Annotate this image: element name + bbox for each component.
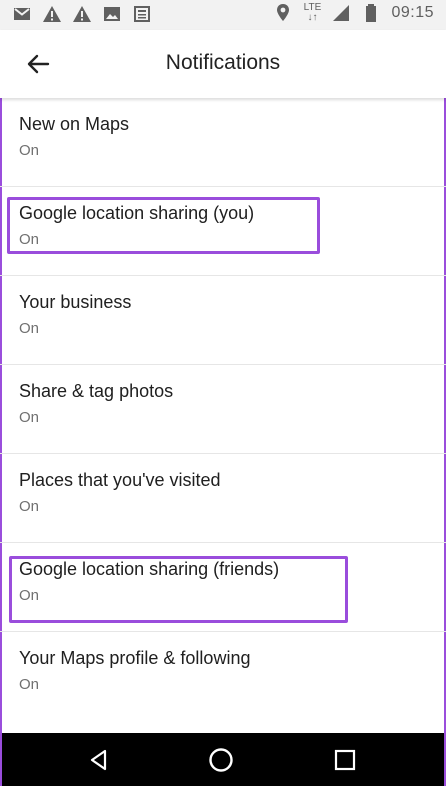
clock-time: 09:15 <box>391 4 434 21</box>
gmail-icon <box>12 4 32 24</box>
warning-icon <box>72 4 92 24</box>
setting-maps-profile-following[interactable]: Your Maps profile & following On <box>0 632 446 721</box>
setting-label: Your Maps profile & following <box>19 648 251 668</box>
back-triangle-icon[interactable] <box>86 747 112 773</box>
warning-icon <box>42 4 62 24</box>
home-circle-icon[interactable] <box>208 747 234 773</box>
setting-your-business[interactable]: Your business On <box>0 276 446 365</box>
setting-label: New on Maps <box>19 114 130 134</box>
setting-label: Google location sharing (friends) <box>19 559 280 579</box>
lte-icon: LTE ↓↑ <box>303 2 322 23</box>
system-nav-bar <box>2 733 444 786</box>
setting-status: On <box>19 409 40 426</box>
setting-status: On <box>19 142 40 159</box>
news-icon <box>132 4 152 24</box>
location-pin-icon <box>273 3 293 23</box>
recents-square-icon[interactable] <box>332 747 358 773</box>
setting-places-visited[interactable]: Places that you've visited On <box>0 454 446 543</box>
battery-icon <box>361 3 381 23</box>
network-type: LTE <box>303 2 322 13</box>
setting-new-on-maps[interactable]: New on Maps On <box>0 98 446 187</box>
notification-settings-list: New on Maps On Google location sharing (… <box>0 98 446 721</box>
signal-icon <box>331 3 351 23</box>
setting-status: On <box>19 676 40 693</box>
setting-label: Places that you've visited <box>19 470 221 490</box>
setting-label: Your business <box>19 292 132 312</box>
app-bar: Notifications <box>0 30 446 98</box>
page-title: Notifications <box>165 51 281 74</box>
setting-google-location-sharing-friends[interactable]: Google location sharing (friends) On <box>0 543 446 632</box>
setting-label: Share & tag photos <box>19 381 174 401</box>
setting-status: On <box>19 498 40 515</box>
status-bar: LTE ↓↑ 09:15 <box>0 0 446 30</box>
image-icon <box>102 4 122 24</box>
setting-share-tag-photos[interactable]: Share & tag photos On <box>0 365 446 454</box>
setting-status: On <box>19 320 40 337</box>
setting-google-location-sharing-you[interactable]: Google location sharing (you) On <box>0 187 446 276</box>
setting-status: On <box>19 587 40 604</box>
setting-label: Google location sharing (you) <box>19 203 255 223</box>
setting-status: On <box>19 231 40 248</box>
